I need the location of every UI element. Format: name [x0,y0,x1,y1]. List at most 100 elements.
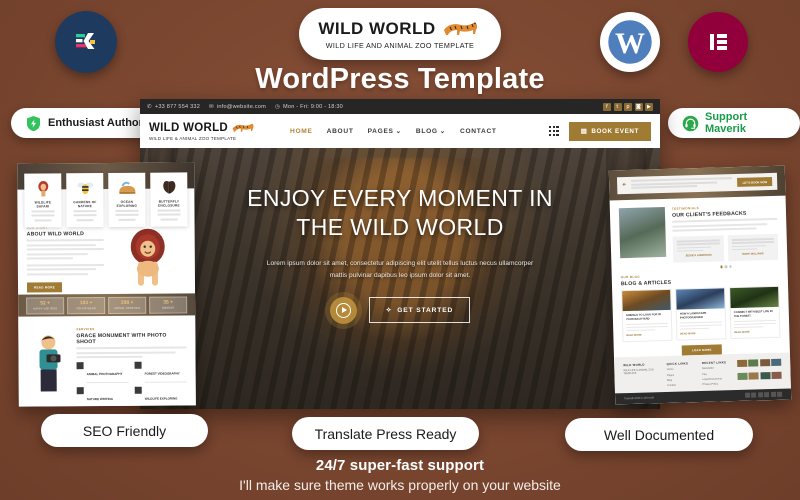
footer-column-recent-links: RECENT LINKS Newsletter Faq Legal Docume… [702,360,730,386]
book-event-button[interactable]: ▤ BOOK EVENT [568,121,651,141]
service-feature-title: WILDLIFE EXPLORING [144,396,178,402]
about-text-column: OUR STORY ABOUT WILD WORLD READ MORE [27,225,104,293]
topbar-social-links: f t p ◙ ▶ [603,102,653,111]
stat-caption: AWARDS [161,306,175,310]
play-button-icon[interactable] [329,296,357,324]
footer-link[interactable]: Newsletter [702,367,729,370]
footer-link[interactable]: Legal Documents [702,377,729,381]
feature-cards-row: WILDLIFE SAFARI GARDENS OF NATURE OCEAN … [24,172,188,228]
footer-link[interactable]: Contact [667,383,694,387]
menu-item-pages[interactable]: PAGES ⌄ [368,127,402,136]
lion-icon [28,178,57,197]
footer-link[interactable]: Home [667,368,694,371]
testimonial-card[interactable]: MARK WILLIAMS [727,233,779,262]
service-feature[interactable]: NATURE WRITING [76,387,129,406]
calendar-icon: ▤ [580,127,588,135]
services-text-column: SERVICES GRACE MONUMENT WITH PHOTO SHOOT… [76,326,187,407]
footer-link[interactable]: Privacy Policy [702,382,729,386]
feature-card-title: WILDLIFE SAFARI [34,200,52,209]
blog-card[interactable]: CONNECT WITH BEST LIFE IN THE FOREST REA… [729,285,781,339]
autumn-hiker-photo [622,289,671,311]
menu-item-contact[interactable]: CONTACT [460,127,497,135]
stat-item: 52 + HAPPY VISITORS [26,296,65,315]
service-feature[interactable]: ANIMAL PHOTOGRAPHY [76,362,129,384]
stat-item: 183 + VOLUNTEERS [67,296,106,314]
footer-link[interactable]: Blog [667,378,694,382]
footer-social-icons[interactable] [744,391,783,398]
footer-link[interactable]: Pages [667,373,694,376]
phone-icon: ✆ [147,103,152,110]
blog-read-more[interactable]: READ MORE [734,330,776,333]
instagram-grid[interactable] [737,359,782,385]
menu-item-about[interactable]: ABOUT [327,127,354,135]
youtube-icon[interactable]: ▶ [645,102,653,111]
feedback-section: TESTIMONIALS OUR CLIENT'S FEEDBACKS JESS… [610,196,788,272]
stat-caption: HAPPY VISITORS [32,307,58,311]
poster-canvas: W WILD WORLD WILD LIFE AND ANIMAL ZOO TE… [0,0,800,500]
service-feature[interactable]: FOREST VIDEOGRAPHY [134,361,187,384]
feature-card[interactable]: BUTTERFLY ENCLOSURE [150,172,188,227]
feature-pill-translate-press-ready: Translate Press Ready [292,417,479,450]
about-heading: ABOUT WILD WORLD [26,231,85,238]
clock-icon: ◷ [274,103,281,110]
enthusiast-author-badge: Enthusiast Author [11,108,157,138]
twitter-icon[interactable]: t [613,102,622,111]
bird-icon [134,361,142,369]
chevron-down-icon: ⌄ [395,128,402,135]
topbar-phone[interactable]: ✆ +33 877 554 332 [147,104,200,110]
testimonial-name: MARK WILLIAMS [742,252,764,257]
enthusiast-author-label: Enthusiast Author [48,117,143,129]
blog-card[interactable]: HOW A LANDSCAPE PHOTOGRAPHER READ MORE [675,287,727,341]
binoculars-photo [618,206,667,259]
pinterest-icon[interactable]: p [624,102,632,111]
load-more-button[interactable]: LOAD MORE [681,344,722,356]
hero-content: ENJOY EVERY MOMENT IN THE WILD WORLD Lor… [140,148,660,324]
footer-brand: WILD WORLD WILD LIFE & ANIMAL ZOO TEMPLA… [623,362,659,388]
feature-card[interactable]: OCEAN EXPLORING [108,172,146,227]
hero-paragraph: Lorem ipsum dolor sit amet, consectetur … [266,259,534,280]
stat-number: 35 + [163,299,174,306]
grid-menu-icon[interactable] [548,126,559,136]
site-brand-title: WILD WORLD [149,122,229,135]
instagram-icon[interactable]: ◙ [634,102,643,111]
service-feature[interactable]: WILDLIFE EXPLORING [134,387,187,407]
quote-banner: ❝ LET'S BOOK NOW [616,172,778,195]
feature-card-title: OCEAN EXPLORING [116,199,138,208]
about-read-more-button[interactable]: READ MORE [26,282,63,293]
right-page-mockup[interactable]: ❝ LET'S BOOK NOW TESTIMONIALS OUR CLIENT… [608,165,792,405]
stat-number: 183 + [79,300,93,307]
support-maverik-badge: Support Maverik [668,108,800,138]
site-footer: WILD WORLD WILD LIFE & ANIMAL ZOO TEMPLA… [613,352,792,405]
right-mock-hero-strip: ❝ LET'S BOOK NOW [608,165,786,201]
feature-card[interactable]: GARDENS OF NATURE [66,173,104,227]
menu-item-home[interactable]: HOME [290,127,313,135]
feature-card[interactable]: WILDLIFE SAFARI [24,173,62,228]
footer-link[interactable]: Faq [702,372,729,375]
left-page-mockup[interactable]: WILDLIFE SAFARI GARDENS OF NATURE OCEAN … [17,162,196,407]
copyright-text: Copyright 2023 © wild world [624,396,654,401]
bee-icon [70,178,99,197]
photographer-illustration [27,327,69,398]
feature-pill-seo-friendly: SEO Friendly [41,414,208,447]
stat-caption: ANIMAL RESCUED [114,306,141,310]
blog-card[interactable]: ANIMALS TO LOOK FOR IN YOUR BACKYARD REA… [621,288,673,342]
footer-brand-subtitle: WILD LIFE & ANIMAL ZOO TEMPLATE [623,368,654,376]
testimonial-row: JESSICA ANDERSON MARK WILLIAMS [672,233,779,264]
blog-read-more[interactable]: READ MORE [680,331,722,335]
services-heading: GRACE MONUMENT WITH PHOTO SHOOT [76,332,167,346]
feature-pill-label: SEO Friendly [82,422,167,439]
tiger-icon [231,121,257,136]
blog-read-more[interactable]: READ MORE [626,333,668,336]
site-brand[interactable]: WILD WORLD WILD LIFE & ANIMAL ZOO TEMPLA… [149,121,257,141]
main-menu: HOME ABOUT PAGES ⌄ BLOG ⌄ CONTACT [290,127,497,136]
facebook-icon[interactable]: f [603,102,611,111]
menu-item-blog[interactable]: BLOG ⌄ [416,127,446,136]
get-started-button[interactable]: ✧ GET STARTED [368,297,471,324]
testimonial-card[interactable]: JESSICA ANDERSON [672,235,724,264]
blog-card-title: CONNECT WITH BEST LIFE IN THE FOREST [733,309,773,318]
lets-book-now-button[interactable]: LET'S BOOK NOW [737,176,773,187]
blog-card-title: ANIMALS TO LOOK FOR IN YOUR BACKYARD [625,312,661,321]
feature-card-title: BUTTERFLY ENCLOSURE [158,199,180,208]
hero-cta-row: ✧ GET STARTED [140,296,660,324]
topbar-email[interactable]: ✉ info@website.com [209,104,266,110]
